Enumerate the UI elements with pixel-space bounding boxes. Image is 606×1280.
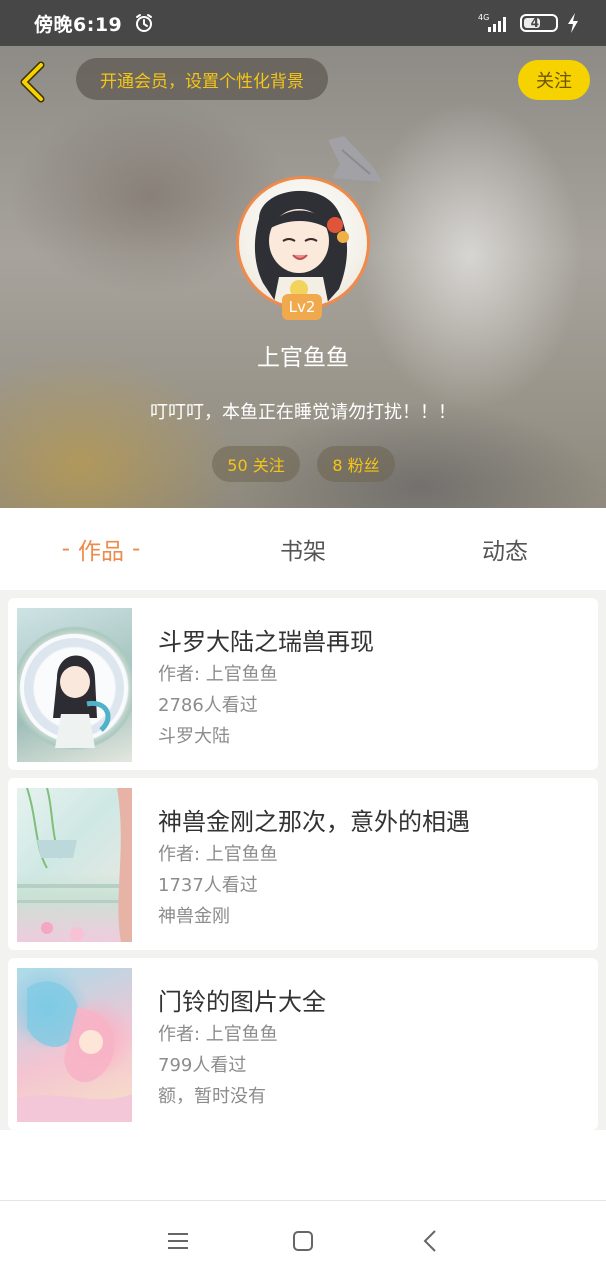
profile-header: 开通会员，设置个性化背景 关注 Lv2 上官鱼鱼 叮叮叮，本鱼正在睡觉请勿打扰！… (0, 46, 606, 508)
level-badge: Lv2 (282, 294, 322, 320)
username: 上官鱼鱼 (257, 345, 349, 371)
work-title: 斗罗大陆之瑞兽再现 (158, 628, 374, 656)
works-list: 斗罗大陆之瑞兽再现 作者: 上官鱼鱼 2786人看过 斗罗大陆 神兽金刚之那次，… (8, 598, 598, 1138)
work-cover-image (17, 968, 132, 1122)
vip-background-button[interactable]: 开通会员，设置个性化背景 (76, 58, 328, 100)
tab-works[interactable]: - 作品 - (0, 508, 202, 590)
network-type: 4G (478, 13, 489, 22)
profile-tabs: - 作品 - 书架 动态 (0, 508, 606, 590)
nav-menu-button[interactable] (164, 1227, 192, 1255)
fans-count-button[interactable]: 8 粉丝 (317, 446, 395, 482)
cover-illustration (17, 981, 132, 1122)
work-cover-image (17, 788, 132, 942)
status-indicators: 4G 42 (478, 12, 580, 34)
work-category: 神兽金刚 (158, 906, 230, 927)
work-author: 作者: 上官鱼鱼 (158, 1024, 278, 1045)
chevron-left-icon (20, 61, 45, 103)
work-author: 作者: 上官鱼鱼 (158, 844, 278, 865)
nav-home-button[interactable] (289, 1227, 317, 1255)
tab-activity[interactable]: 动态 (404, 508, 606, 590)
work-item[interactable]: 斗罗大陆之瑞兽再现 作者: 上官鱼鱼 2786人看过 斗罗大陆 (8, 598, 598, 770)
square-home-icon (293, 1231, 313, 1251)
back-button[interactable] (14, 60, 50, 104)
work-category: 斗罗大陆 (158, 726, 230, 747)
tab-bookshelf-label: 书架 (280, 539, 326, 565)
back-triangle-icon (423, 1230, 436, 1252)
work-title: 神兽金刚之那次，意外的相遇 (158, 808, 470, 836)
system-nav-bar (0, 1200, 606, 1280)
work-views: 2786人看过 (158, 695, 258, 716)
work-item[interactable]: 神兽金刚之那次，意外的相遇 作者: 上官鱼鱼 1737人看过 神兽金刚 (8, 778, 598, 950)
nav-back-button[interactable] (416, 1227, 444, 1255)
work-category: 额，暂时没有 (158, 1086, 266, 1107)
avatar[interactable] (236, 176, 370, 310)
tab-dash-left: - (61, 536, 70, 562)
battery-icon: 42 (520, 14, 558, 32)
alarm-clock-icon (136, 14, 153, 32)
following-count-button[interactable]: 50 关注 (212, 446, 300, 482)
follow-button[interactable]: 关注 (518, 60, 590, 100)
cover-illustration (20, 634, 128, 748)
tab-bookshelf[interactable]: 书架 (202, 508, 404, 590)
battery-level: 42 (530, 16, 548, 30)
work-author: 作者: 上官鱼鱼 (158, 664, 278, 685)
work-title: 门铃的图片大全 (158, 988, 326, 1016)
status-bar: 傍晚6:19 4G 42 (0, 0, 606, 46)
bolt-icon (568, 13, 578, 33)
list-bottom-area (0, 1130, 606, 1200)
work-item[interactable]: 门铃的图片大全 作者: 上官鱼鱼 799人看过 额，暂时没有 (8, 958, 598, 1130)
tab-activity-label: 动态 (482, 539, 528, 565)
tab-works-label: 作品 (78, 539, 124, 565)
status-time: 傍晚6:19 (34, 13, 123, 36)
cover-illustration (17, 788, 132, 942)
signal-icon: 4G (478, 13, 506, 32)
work-views: 799人看过 (158, 1055, 247, 1076)
menu-icon (168, 1233, 188, 1249)
user-bio: 叮叮叮，本鱼正在睡觉请勿打扰！！！ (150, 402, 456, 423)
work-cover-image (17, 608, 132, 762)
work-views: 1737人看过 (158, 875, 258, 896)
tab-dash-right: - (132, 536, 141, 562)
avatar-image (254, 190, 349, 307)
